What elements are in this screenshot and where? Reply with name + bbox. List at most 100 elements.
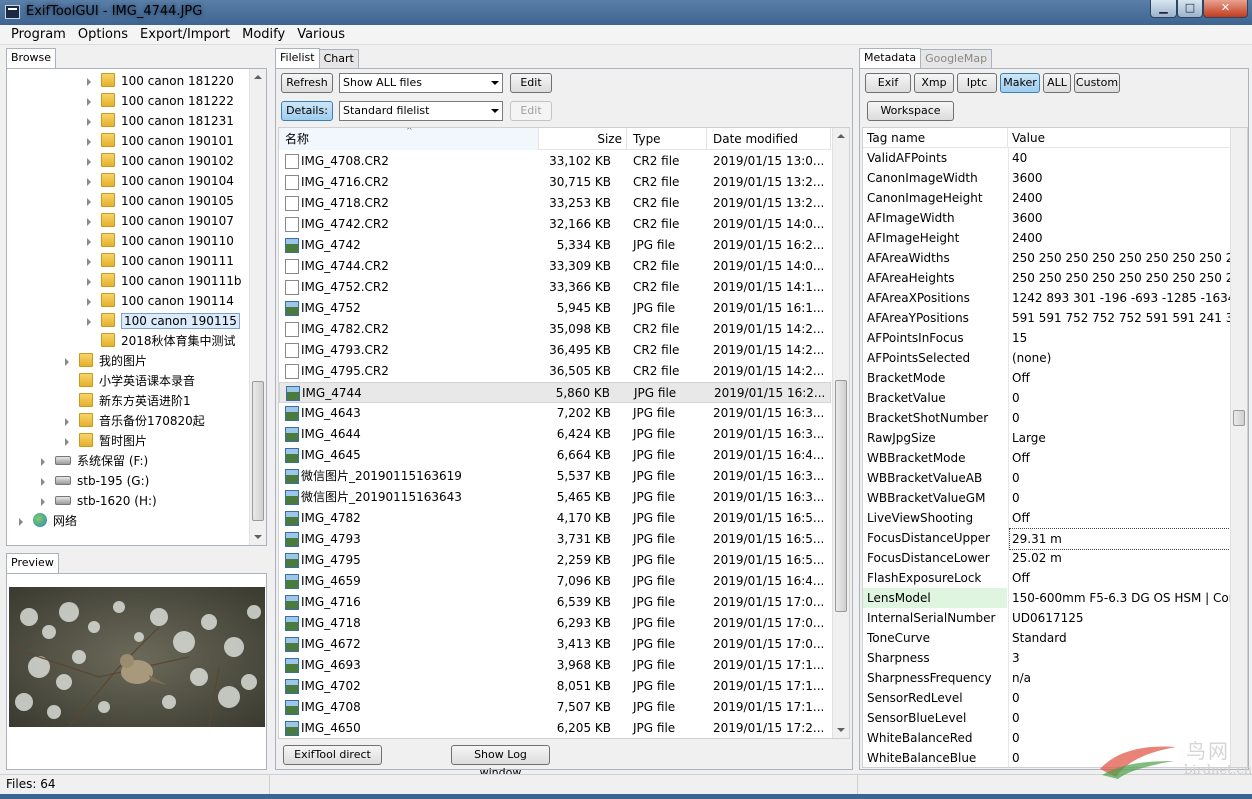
tree-item[interactable]: 新东方英语进阶1 (65, 391, 191, 411)
metadata-row[interactable]: BracketValue 0 (863, 388, 1234, 408)
tree-item[interactable]: 100 canon 190111b (87, 271, 241, 291)
metadata-row[interactable]: InternalSerialNumber UD0617125 (863, 608, 1234, 628)
tab-browse[interactable]: Browse (6, 48, 57, 69)
file-row[interactable]: IMG_4718.CR2 33,253 KB CR2 file 2019/01/15 … (279, 193, 831, 214)
tag-value[interactable]: 591 591 752 752 752 591 591 241 322 322 … (1012, 308, 1234, 328)
file-row[interactable]: IMG_4782 4,170 KB JPG file 2019/01/15 16:5.… (279, 508, 831, 529)
tree-item[interactable]: 100 canon 190107 (87, 211, 234, 231)
expand-arrow-icon[interactable] (65, 357, 69, 366)
tree-item[interactable]: 100 canon 190110 (87, 231, 234, 251)
file-row[interactable]: IMG_4782.CR2 35,098 KB CR2 file 2019/01/15 … (279, 319, 831, 340)
filter-all-button[interactable]: ALL (1043, 73, 1071, 93)
metadata-row[interactable]: AFImageWidth 3600 (863, 208, 1234, 228)
metadata-row[interactable]: CanonImageHeight 2400 (863, 188, 1234, 208)
expand-arrow-icon[interactable] (87, 237, 91, 246)
filter-iptc-button[interactable]: Iptc (957, 73, 997, 93)
expand-arrow-icon[interactable] (87, 297, 91, 306)
expand-arrow-icon[interactable] (87, 77, 91, 86)
column-type[interactable]: Type (627, 128, 707, 150)
tag-value[interactable]: 2400 (1012, 228, 1234, 248)
close-button[interactable]: ✕ (1203, 0, 1248, 18)
metadata-row[interactable]: WBBracketValueGM 0 (863, 488, 1234, 508)
file-row[interactable]: IMG_4752.CR2 33,366 KB CR2 file 2019/01/15 … (279, 277, 831, 298)
refresh-button[interactable]: Refresh (281, 73, 333, 93)
metadata-row[interactable]: SharpnessFrequency n/a (863, 668, 1234, 688)
file-row[interactable]: IMG_4742 5,334 KB JPG file 2019/01/15 16:2.… (279, 235, 831, 256)
tree-item[interactable]: 暂时图片 (65, 431, 147, 451)
file-row[interactable]: 微信图片_20190115163619 5,537 KB JPG file 2019/… (279, 466, 831, 487)
maximize-button[interactable]: □ (1177, 0, 1203, 18)
tag-value[interactable]: Standard (1012, 628, 1234, 648)
expand-arrow-icon[interactable] (87, 257, 91, 266)
view-mode-select[interactable]: Standard filelist (339, 101, 503, 121)
expand-arrow-icon[interactable] (87, 317, 91, 326)
file-row[interactable]: IMG_4718 6,293 KB JPG file 2019/01/15 17:0.… (279, 613, 831, 634)
tag-value[interactable]: 250 250 250 250 250 250 250 250 250 25 (1012, 248, 1234, 268)
tag-value[interactable]: 0 (1012, 688, 1234, 708)
expand-arrow-icon[interactable] (87, 157, 91, 166)
tag-value[interactable]: 40 (1012, 148, 1234, 168)
tag-value[interactable]: 25.02 m (1012, 548, 1234, 568)
tab-googlemap[interactable]: GoogleMap (920, 49, 993, 69)
file-row[interactable]: IMG_4742.CR2 32,166 KB CR2 file 2019/01/15 … (279, 214, 831, 235)
tree-item[interactable]: 100 canon 190105 (87, 191, 234, 211)
expand-arrow-icon[interactable] (41, 497, 45, 506)
details-button[interactable]: Details: (281, 101, 333, 121)
filter-maker-button[interactable]: Maker (1000, 73, 1040, 93)
show-log-button[interactable]: Show Log window (451, 745, 550, 779)
metadata-row[interactable]: BracketMode Off (863, 368, 1234, 388)
metadata-row[interactable]: BracketShotNumber 0 (863, 408, 1234, 428)
file-row[interactable]: IMG_4645 6,664 KB JPG file 2019/01/15 16:4.… (279, 445, 831, 466)
tag-value[interactable]: 2400 (1012, 188, 1234, 208)
tag-value[interactable]: Off (1012, 448, 1234, 468)
metadata-scrollbar[interactable] (1230, 128, 1247, 767)
scroll-up-icon[interactable] (837, 134, 845, 138)
expand-arrow-icon[interactable] (87, 97, 91, 106)
tab-preview[interactable]: Preview (6, 553, 59, 574)
tag-value[interactable]: 3600 (1012, 208, 1234, 228)
tree-item[interactable]: stb-1620 (H:) (41, 491, 157, 511)
file-row[interactable]: 微信图片_20190115163643 5,465 KB JPG file 2019/… (279, 487, 831, 508)
scroll-down-icon[interactable] (837, 728, 845, 732)
tag-value[interactable]: 0 (1012, 708, 1234, 728)
workspace-button[interactable]: Workspace (867, 101, 954, 121)
tree-item[interactable]: 100 canon 181222 (87, 91, 234, 111)
file-row[interactable]: IMG_4744.CR2 33,309 KB CR2 file 2019/01/15 … (279, 256, 831, 277)
expand-arrow-icon[interactable] (87, 277, 91, 286)
menu-export-import[interactable]: Export/Import (134, 25, 236, 45)
file-scrollbar[interactable] (832, 128, 849, 738)
metadata-row[interactable]: CanonImageWidth 3600 (863, 168, 1234, 188)
file-filter-select[interactable]: Show ALL files (339, 73, 503, 93)
tree-item[interactable]: 我的图片 (65, 351, 147, 371)
metadata-row[interactable]: LensModel 150-600mm F5-6.3 DG OS HSM | Co… (863, 588, 1234, 608)
file-row[interactable]: IMG_4716 6,539 KB JPG file 2019/01/15 17:0.… (279, 592, 831, 613)
tag-value[interactable]: 0 (1012, 488, 1234, 508)
tree-item[interactable]: 小学英语课本录音 (65, 371, 195, 391)
expand-arrow-icon[interactable] (87, 177, 91, 186)
filter-exif-button[interactable]: Exif (865, 73, 911, 93)
tag-value[interactable]: UD0617125 (1012, 608, 1234, 628)
edit-filter-button[interactable]: Edit (510, 73, 552, 93)
menu-modify[interactable]: Modify (236, 25, 291, 45)
metadata-row[interactable]: ValidAFPoints 40 (863, 148, 1234, 168)
tree-item[interactable]: 音乐备份170820起 (65, 411, 205, 431)
tag-value[interactable]: Off (1012, 568, 1234, 588)
expand-arrow-icon[interactable] (87, 117, 91, 126)
column-size[interactable]: Size (539, 128, 627, 150)
tree-scroll-thumb[interactable] (252, 381, 264, 521)
filter-xmp-button[interactable]: Xmp (914, 73, 954, 93)
tag-value[interactable]: Large (1012, 428, 1234, 448)
metadata-row[interactable]: AFImageHeight 2400 (863, 228, 1234, 248)
file-row[interactable]: IMG_4744 5,860 KB JPG file 2019/01/15 16:2.… (279, 382, 831, 403)
metadata-row[interactable]: AFAreaHeights 250 250 250 250 250 250 250… (863, 268, 1234, 288)
column-value[interactable]: Value (1008, 128, 1234, 148)
metadata-row[interactable]: FocusDistanceLower 25.02 m (863, 548, 1234, 568)
tree-item[interactable]: 100 canon 190111 (87, 251, 234, 271)
file-row[interactable]: IMG_4795 2,259 KB JPG file 2019/01/15 16:5.… (279, 550, 831, 571)
tag-value[interactable]: 0 (1012, 388, 1234, 408)
tree-item[interactable]: 网络 (19, 511, 77, 531)
file-row[interactable]: IMG_4643 7,202 KB JPG file 2019/01/15 16:3.… (279, 403, 831, 424)
scroll-down-icon[interactable] (254, 535, 262, 539)
expand-arrow-icon[interactable] (19, 517, 23, 526)
file-row[interactable]: IMG_4708 7,507 KB JPG file 2019/01/15 17:1.… (279, 697, 831, 718)
